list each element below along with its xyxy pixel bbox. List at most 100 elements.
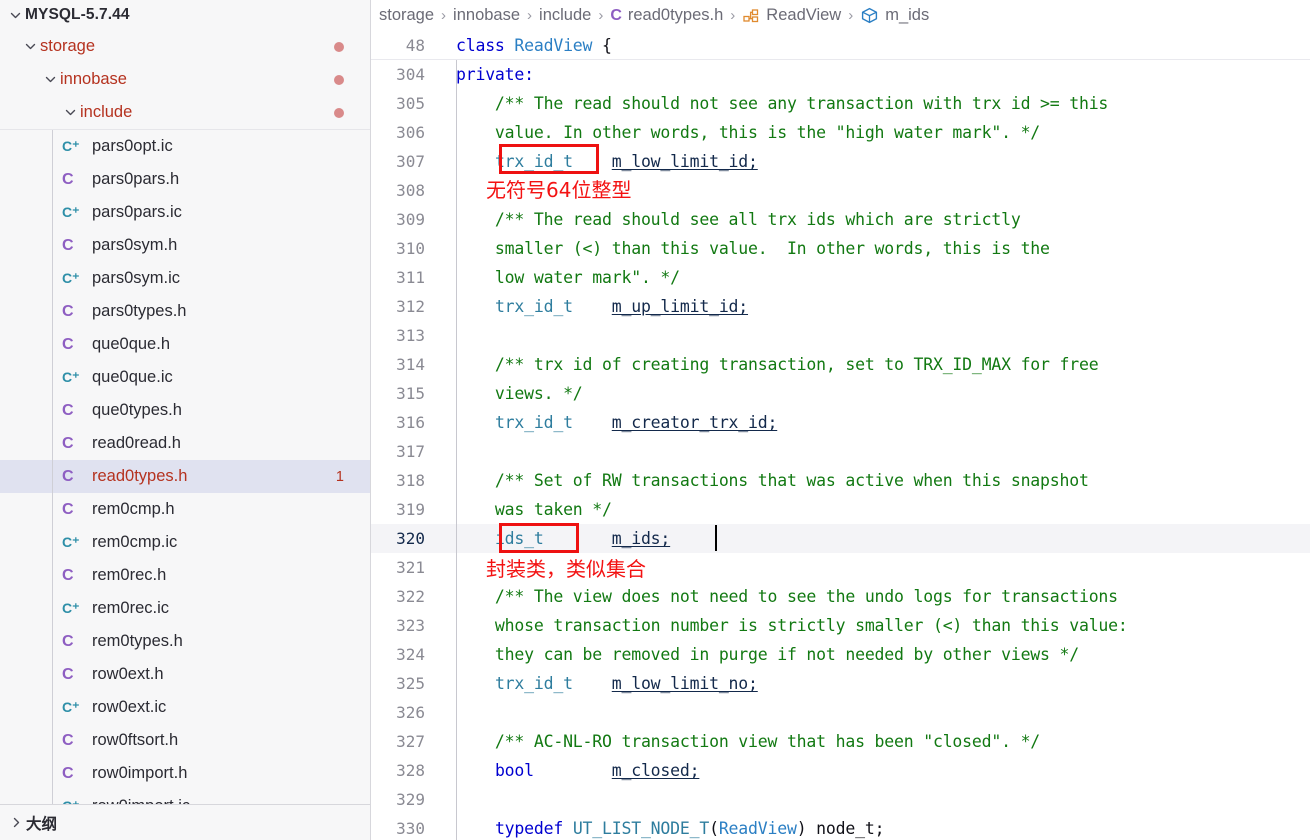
code-line[interactable]: 309 /** The read should see all trx ids … (371, 205, 1310, 234)
file-item[interactable]: C⁺ pars0sym.ic (0, 262, 370, 295)
code-body[interactable]: 304 private: 305 /** The read should not s… (371, 60, 1310, 840)
file-item-label: que0que.h (92, 335, 170, 353)
annotation-trx-id-t: 无符号64位整型 (486, 178, 632, 202)
indent-guide (456, 60, 457, 840)
code-line[interactable]: 317 (371, 437, 1310, 466)
c-header-file-icon: C (610, 6, 622, 24)
file-item[interactable]: C⁺ pars0pars.ic (0, 196, 370, 229)
file-item[interactable]: C⁺ rem0cmp.ic (0, 526, 370, 559)
code-line[interactable]: 328 bool m_closed; (371, 756, 1310, 785)
line-number: 315 (396, 384, 425, 403)
breadcrumb-label: storage (379, 6, 435, 24)
file-item[interactable]: Crem0types.h (0, 625, 370, 658)
line-number: 323 (396, 616, 425, 635)
code-line[interactable]: 315 views. */ (371, 379, 1310, 408)
file-item[interactable]: Crow0import.h (0, 757, 370, 790)
file-item[interactable]: Crow0ftsort.h (0, 724, 370, 757)
file-item[interactable]: Crem0cmp.h (0, 493, 370, 526)
c-header-file-icon: C (62, 500, 74, 518)
code-line[interactable]: 330 typedef UT_LIST_NODE_T(ReadView) nod… (371, 814, 1310, 840)
folder-label: storage (40, 37, 96, 55)
breadcrumb-item-class[interactable]: ReadView (742, 6, 841, 25)
line-number: 321 (396, 558, 425, 577)
file-item[interactable]: C⁺ pars0opt.ic (0, 130, 370, 163)
code-line-text: value. In other words, this is the "high… (456, 123, 1041, 142)
line-number: 311 (396, 268, 425, 287)
code-line-text: /** Set of RW transactions that was acti… (456, 471, 1089, 490)
sidebar-folder-include[interactable]: include (0, 96, 370, 129)
file-item[interactable]: Crem0rec.h (0, 559, 370, 592)
code-line[interactable]: 326 (371, 698, 1310, 727)
c-header-file-icon: C (62, 467, 74, 485)
code-line-text: they can be removed in purge if not need… (456, 645, 1079, 664)
breadcrumb-item-field[interactable]: m_ids (860, 6, 929, 25)
file-item[interactable]: Cque0types.h (0, 394, 370, 427)
file-item[interactable]: Crow0ext.h (0, 658, 370, 691)
sticky-scroll-line[interactable]: 48 class ReadView { (371, 31, 1310, 60)
c-header-file-icon: C (62, 236, 74, 254)
code-line[interactable]: 307 trx_id_t m_low_limit_id; (371, 147, 1310, 176)
code-line[interactable]: 314 /** trx id of creating transaction, … (371, 350, 1310, 379)
line-number: 317 (396, 442, 425, 461)
code-line-active[interactable]: 320 ids_t m_ids; (371, 524, 1310, 553)
file-item-label: pars0types.h (92, 302, 187, 320)
chevron-down-icon[interactable] (20, 38, 40, 56)
file-item-label: rem0rec.h (92, 566, 167, 584)
file-item[interactable]: Cpars0sym.h (0, 229, 370, 262)
code-line[interactable]: 316 trx_id_t m_creator_trx_id; (371, 408, 1310, 437)
c-plus-file-icon: C⁺ (62, 600, 80, 616)
chevron-down-icon[interactable] (60, 104, 80, 122)
chevron-right-icon[interactable] (6, 814, 26, 832)
file-list[interactable]: C⁺ pars0opt.ic Cpars0pars.h C⁺ pars0pars.ic C… (0, 129, 370, 804)
file-item-label: pars0pars.h (92, 170, 180, 188)
code-line[interactable]: 311 low water mark". */ (371, 263, 1310, 292)
file-item[interactable]: Cque0que.h (0, 328, 370, 361)
file-item[interactable]: C⁺ row0import.ic (0, 790, 370, 804)
explorer-root-project[interactable]: MYSQL-5.7.44 (0, 0, 370, 30)
breadcrumb-separator-icon: › (730, 7, 736, 24)
file-item-selected[interactable]: Cread0types.h 1 (0, 460, 370, 493)
line-number: 309 (396, 210, 425, 229)
text-cursor (715, 525, 717, 551)
outline-panel-header[interactable]: 大纲 (0, 804, 370, 840)
file-item[interactable]: Cpars0pars.h (0, 163, 370, 196)
code-line[interactable]: 318 /** Set of RW transactions that was … (371, 466, 1310, 495)
code-line-text: low water mark". */ (456, 268, 680, 287)
code-line[interactable]: 319 was taken */ (371, 495, 1310, 524)
code-line[interactable]: 305 /** The read should not see any tran… (371, 89, 1310, 118)
code-line[interactable]: 306 value. In other words, this is the "… (371, 118, 1310, 147)
breadcrumb-item-file[interactable]: C read0types.h (610, 6, 723, 25)
line-number: 330 (396, 819, 425, 838)
breadcrumb-item-storage[interactable]: storage (379, 6, 434, 25)
code-line[interactable]: 312 trx_id_t m_up_limit_id; (371, 292, 1310, 321)
file-item[interactable]: Cpars0types.h (0, 295, 370, 328)
code-line-text: trx_id_t m_up_limit_id; (494, 297, 749, 316)
code-line-text: whose transaction number is strictly sma… (456, 616, 1128, 635)
chevron-down-icon[interactable] (40, 71, 60, 89)
chevron-down-icon[interactable] (5, 6, 25, 24)
code-line[interactable]: 322 /** The view does not need to see th… (371, 582, 1310, 611)
code-line[interactable]: 329 (371, 785, 1310, 814)
breadcrumb-label: innobase (453, 6, 521, 24)
breadcrumb-item-include[interactable]: include (539, 6, 591, 25)
annotation-ids-t: 封装类，类似集合 (486, 557, 646, 581)
file-item[interactable]: C⁺ row0ext.ic (0, 691, 370, 724)
c-plus-file-icon: C⁺ (62, 138, 80, 154)
code-line[interactable]: 313 (371, 321, 1310, 350)
file-item[interactable]: Cread0read.h (0, 427, 370, 460)
breadcrumb-item-innobase[interactable]: innobase (453, 6, 520, 25)
line-number: 325 (396, 674, 425, 693)
code-line[interactable]: 323 whose transaction number is strictly… (371, 611, 1310, 640)
file-item-label: rem0rec.ic (92, 599, 170, 617)
file-item-label: rem0cmp.ic (92, 533, 178, 551)
code-line[interactable]: 310 smaller (<) than this value. In othe… (371, 234, 1310, 263)
code-line[interactable]: 324 they can be removed in purge if not … (371, 640, 1310, 669)
line-number: 314 (396, 355, 425, 374)
file-item[interactable]: C⁺ rem0rec.ic (0, 592, 370, 625)
sidebar-folder-storage[interactable]: storage (0, 30, 370, 63)
file-item[interactable]: C⁺ que0que.ic (0, 361, 370, 394)
sidebar-folder-innobase[interactable]: innobase (0, 63, 370, 96)
code-line[interactable]: 327 /** AC-NL-RO transaction view that h… (371, 727, 1310, 756)
code-line[interactable]: 304 private: (371, 60, 1310, 89)
code-line[interactable]: 325 trx_id_t m_low_limit_no; (371, 669, 1310, 698)
